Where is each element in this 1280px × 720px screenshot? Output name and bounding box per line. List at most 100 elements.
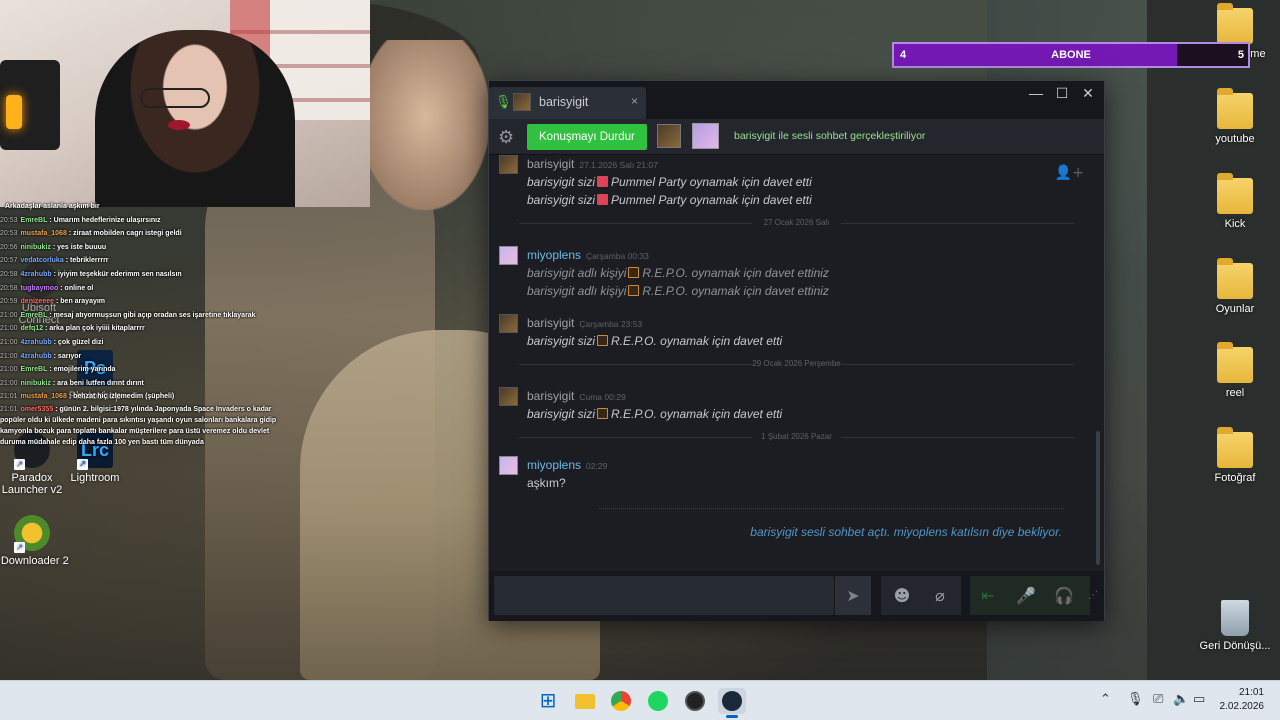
steam-icon[interactable] <box>718 688 746 718</box>
emoji-icon[interactable]: ☻ <box>885 576 919 615</box>
desktop-icon-reel[interactable]: reel <box>1196 342 1274 399</box>
stream-chat-line: 20:59 denizeeee: ben arayayım <box>0 295 290 309</box>
desktop-icon-kick[interactable]: Kick <box>1196 173 1274 230</box>
stream-chat-line: Arkadaşlar aslanla aşkım bir <box>0 200 290 214</box>
game-invite-message[interactable]: barisyigit sizi Pummel Party oynamak için… <box>527 175 812 189</box>
folder-icon <box>1217 173 1253 214</box>
chat-message: : online ol <box>60 284 94 292</box>
chat-time: 21:00 <box>0 352 18 360</box>
attach-icon[interactable]: ⌀ <box>923 576 957 615</box>
chat-username: EmreBL <box>20 366 48 374</box>
folder-icon <box>1217 88 1253 129</box>
message-author[interactable]: barisyigit 27.1.2026 Salı 21:07 <box>527 157 658 171</box>
maximize-icon[interactable]: ☐ <box>1048 85 1076 102</box>
subscriber-goal-bar: 4 ABONE 5 <box>892 42 1250 68</box>
chat-time: 20:57 <box>0 257 18 265</box>
chat-time: 20:59 <box>0 298 18 306</box>
desktop-icon-label: youtube <box>1215 133 1255 145</box>
tab-close-icon[interactable]: × <box>631 94 638 108</box>
stream-chat-line: 21:01 omer5355: günün 2. bilgisi:1978 yıl… <box>0 404 290 448</box>
stream-chat-line: 21:00 defq12: arka plan çok iyiiii kitapl… <box>0 322 290 336</box>
message-avatar[interactable] <box>499 155 518 174</box>
game-invite-message[interactable]: barisyigit sizi Pummel Party oynamak için… <box>527 193 812 207</box>
game-invite-message[interactable]: barisyigit sizi R.E.P.O. oynamak için dav… <box>527 407 782 421</box>
chat-username: vedatcorluka <box>20 257 64 265</box>
obs-icon[interactable] <box>681 688 709 714</box>
close-window-icon[interactable]: ✕ <box>1074 85 1102 102</box>
repo-icon <box>628 285 640 296</box>
add-friend-icon[interactable]: 👤+ <box>1055 165 1084 181</box>
shortcut-arrow-icon: ↗ <box>77 459 88 470</box>
desktop-icon-oyunlar[interactable]: Oyunlar <box>1196 258 1274 315</box>
subscriber-goal-target: 5 <box>1237 49 1244 61</box>
send-icon[interactable]: ➤ <box>835 576 871 615</box>
message-avatar[interactable] <box>499 314 518 333</box>
desktop-icon-youtube[interactable]: youtube <box>1196 88 1274 145</box>
chat-message-list[interactable]: 👤+ barisyigit sesli sohbet açtı. miyople… <box>489 155 1104 571</box>
game-invite-message[interactable]: barisyigit sizi R.E.P.O. oynamak için dav… <box>527 334 782 348</box>
chrome-icon[interactable] <box>607 688 635 714</box>
message-avatar[interactable] <box>499 387 518 406</box>
tray-network-icon[interactable]: ⎚ <box>1153 692 1163 707</box>
message-author[interactable]: miyoplens 02:29 <box>527 458 607 472</box>
message-author[interactable]: miyoplens Çarşamba 00:33 <box>527 248 649 262</box>
chat-time: 20:58 <box>0 270 18 278</box>
chat-message: : Umarım hedeflerinize ulaşırsınız <box>49 216 161 224</box>
tray-mic-icon[interactable]: 🎙 <box>1127 692 1144 707</box>
chat-username: tugbaymoo <box>20 284 59 292</box>
resize-grip-icon[interactable]: ⋰ <box>1085 576 1101 615</box>
tray-battery-icon[interactable]: ▭ <box>1193 692 1205 707</box>
message-timestamp: 27.1.2026 Salı 21:07 <box>579 160 658 170</box>
chat-time: 21:00 <box>0 311 18 319</box>
message-author[interactable]: barisyigit Çarşamba 23:53 <box>527 316 642 330</box>
leave-voice-icon[interactable]: ⇤ <box>971 576 1005 615</box>
desktop-icon-fotograf[interactable]: Fotoğraf <box>1196 427 1274 484</box>
chat-scrollbar[interactable] <box>1096 431 1100 565</box>
game-invite-text: R.E.P.O. oynamak için davet ettiniz <box>642 284 829 298</box>
game-invite-message[interactable]: barisyigit adlı kişiyi R.E.P.O. oynamak i… <box>527 266 829 280</box>
windows-start-icon[interactable]: ⊞ <box>534 688 562 714</box>
stop-talking-button[interactable]: Konuşmayı Durdur <box>527 124 647 150</box>
chat-time: 21:00 <box>0 379 18 387</box>
chat-time: 20:53 <box>0 216 18 224</box>
stream-chat-line: 21:00 4zrahubb: sarıyor <box>0 350 290 364</box>
webcam-glasses <box>140 88 210 108</box>
stream-chat-line: 21:00 EmreBL: emojilerim yarında <box>0 363 290 377</box>
gear-icon[interactable]: ⚙ <box>498 127 514 148</box>
tray-volume-icon[interactable]: 🔈 <box>1173 692 1189 707</box>
mic-toggle-icon[interactable]: 🎤 <box>1009 576 1043 615</box>
message-author-name: barisyigit <box>527 389 575 403</box>
desktop-icon-jdownloader[interactable]: ↗ JDownloader 2 <box>0 515 71 567</box>
date-divider: 27 Ocak 2026 Salı <box>519 218 1074 228</box>
chat-tab-barisyigit[interactable]: 🎙 barisyigit × <box>489 87 646 119</box>
message-text: barisyigit adlı kişiyi <box>527 266 627 280</box>
voice-participant-avatar-barisyigit[interactable] <box>657 124 681 148</box>
chat-time: 20:56 <box>0 243 18 251</box>
message-avatar[interactable] <box>499 456 518 475</box>
clock-time: 21:01 <box>1238 687 1264 698</box>
stream-chat-line: 21:00 EmreBL: mesaj atıyormuşsun gibi açı… <box>0 309 290 323</box>
taskbar-clock[interactable]: 21:01 2.02.2026 <box>1220 686 1265 714</box>
steam-titlebar[interactable]: 🎙 barisyigit × — ☐ ✕ <box>489 81 1104 119</box>
tray-overflow-icon[interactable]: ⌃ <box>1100 692 1111 707</box>
message-timestamp: Cuma 00:29 <box>579 392 626 402</box>
headphones-icon[interactable]: 🎧 <box>1047 576 1081 615</box>
message-author[interactable]: barisyigit Cuma 00:29 <box>527 389 626 403</box>
message-avatar[interactable] <box>499 246 518 265</box>
stream-chat-line: 21:00 ninibukiz: ara beni lutfen dırınt d… <box>0 377 290 391</box>
spotify-icon[interactable] <box>644 688 672 714</box>
message-timestamp: Çarşamba 00:33 <box>586 251 649 261</box>
voice-participant-avatar-miyoplens[interactable] <box>692 123 719 149</box>
repo-icon <box>628 267 640 278</box>
chat-time: 20:53 <box>0 230 18 238</box>
game-invite-message[interactable]: barisyigit adlı kişiyi R.E.P.O. oynamak i… <box>527 284 829 298</box>
desktop-icon-recycle-bin[interactable]: Geri Dönüşü... <box>1196 600 1274 653</box>
file-explorer-icon[interactable] <box>571 688 599 714</box>
message-author-name: barisyigit <box>527 316 575 330</box>
shortcut-arrow-icon: ↗ <box>14 459 25 470</box>
voice-chat-bar: ⚙ Konuşmayı Durdur barisyigit ile sesli … <box>489 119 1104 155</box>
tab-avatar <box>513 93 531 111</box>
minimize-icon[interactable]: — <box>1022 85 1050 101</box>
message-input[interactable] <box>494 576 834 615</box>
voice-chat-notice: barisyigit sesli sohbet açtı. miyoplens … <box>750 525 1062 539</box>
